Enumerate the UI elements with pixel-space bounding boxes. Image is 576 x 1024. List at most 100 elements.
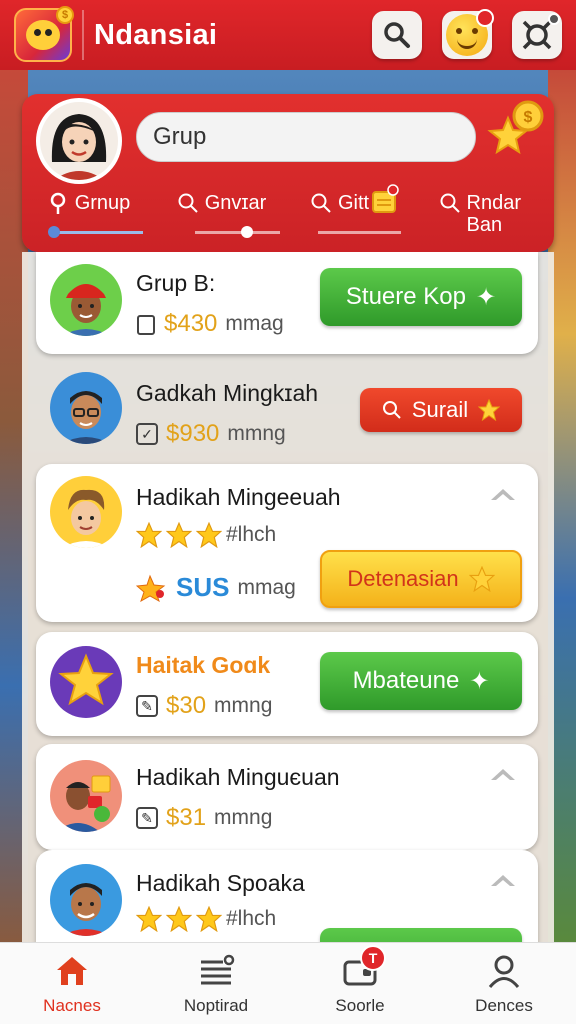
user-avatar[interactable] <box>36 98 122 184</box>
item-meta: ✎ $31 mmng <box>136 804 272 832</box>
nav-item-list[interactable]: Noptirad <box>144 943 288 1024</box>
filter-tabs: Grnup Gnvɪar Gitt Rndar Ban <box>22 184 554 248</box>
coin-icon: $ <box>56 6 74 24</box>
man-cap-avatar-icon <box>62 284 110 336</box>
star-icon <box>478 399 501 421</box>
list-item[interactable]: Haitak Goɑk ✎ $30 mmng Mbateune ✦ <box>36 632 538 736</box>
rating-text: #lhch <box>226 907 277 930</box>
sparkle-icon: ✦ <box>475 283 497 311</box>
search-button[interactable] <box>372 11 422 59</box>
list-item[interactable]: Grup B: $430 mmag Stuere Kop ✦ <box>36 252 538 354</box>
item-amount: SUS <box>176 572 230 602</box>
action-button[interactable]: Mbateune ✦ <box>320 652 522 710</box>
chevron-up-icon[interactable] <box>488 484 518 504</box>
edit-icon[interactable]: ✎ <box>136 695 158 717</box>
action-button[interactable]: Surail <box>360 388 522 432</box>
avatar <box>50 864 122 936</box>
rating: #lhch <box>136 906 276 932</box>
item-unit: mmng <box>227 422 286 445</box>
top-bar: $ Ndansiai <box>0 0 576 70</box>
filter-tab-gift[interactable]: Gitt <box>288 184 421 248</box>
star-icon <box>166 906 192 932</box>
chevron-up-icon[interactable] <box>488 764 518 784</box>
user-icon <box>488 955 520 988</box>
mascot-face-icon <box>26 20 60 50</box>
status-dot <box>548 13 560 25</box>
filter-label: Rndar Ban <box>466 192 521 236</box>
action-button-label: Surail <box>411 397 469 422</box>
action-button[interactable]: Stuere Kop ✦ <box>320 268 522 326</box>
filter-tab-rndar-ban[interactable]: Rndar Ban <box>421 192 554 248</box>
nav-item-home[interactable]: Nacnes <box>0 943 144 1024</box>
edit-icon[interactable]: ✎ <box>136 807 158 829</box>
filter-slider-knob[interactable] <box>48 226 60 238</box>
filter-label: Gnvɪar <box>204 192 267 214</box>
chevron-up-icon[interactable] <box>488 870 518 890</box>
avatar <box>50 372 122 444</box>
item-meta: ✓ $930 mmng <box>136 420 286 448</box>
list-item[interactable]: Gadkah Mingkɪah ✓ $930 mmng Surail <box>36 360 538 456</box>
list-item[interactable]: Hadikah Minguєuan ✎ $31 mmng <box>36 744 538 850</box>
man-glasses-avatar-icon <box>62 391 110 444</box>
rating: #lhch <box>136 522 276 548</box>
action-button-label: Stuere Kop <box>345 283 466 310</box>
search-value: Grup <box>153 123 207 150</box>
search-icon <box>382 401 401 419</box>
avatar <box>50 760 122 832</box>
bottom-nav: Nacnes Noptirad T Soorle Dences <box>0 942 576 1024</box>
profile-emoji-button[interactable] <box>442 9 494 59</box>
group-list[interactable]: Grup B: $430 mmag Stuere Kop ✦ Gadkah Mi… <box>22 252 554 942</box>
clipboard-icon <box>137 315 155 335</box>
settings-button[interactable] <box>512 11 562 59</box>
list-item[interactable]: Hadikah Mingeeuah #lhch SUS mmag Detenas… <box>36 464 538 622</box>
star-icon <box>468 566 495 592</box>
filter-tab-group[interactable]: Grnup <box>22 192 155 248</box>
checkbox-icon[interactable]: ✓ <box>136 423 158 445</box>
star-icon <box>136 522 162 548</box>
action-button[interactable] <box>320 928 522 942</box>
item-name: Haitak Goɑk <box>136 652 271 678</box>
pin-icon <box>50 192 65 214</box>
man-avatar-icon <box>62 883 110 936</box>
app-logo[interactable]: $ <box>14 6 74 62</box>
item-unit: mmng <box>214 806 273 829</box>
item-name: Hadikah Spoaka <box>136 870 305 896</box>
item-name: Hadikah Mingeeuah <box>136 484 341 510</box>
filter-label: Gitt <box>337 192 370 214</box>
rating-text: #lhch <box>226 523 277 546</box>
item-name: Gadkah Mingkɪah <box>136 380 319 406</box>
filter-tab-gnvar[interactable]: Gnvɪar <box>155 192 288 248</box>
search-icon <box>178 193 198 213</box>
filter-slider-track <box>195 231 280 234</box>
woman-avatar-icon <box>40 102 118 180</box>
avatar <box>50 264 122 336</box>
star-coin-icon[interactable]: $ <box>486 100 546 156</box>
item-unit: mmag <box>225 312 284 335</box>
nav-label: Noptirad <box>183 995 249 1015</box>
list-item[interactable]: Hadikah Spoaka #lhch <box>36 850 538 942</box>
search-icon <box>384 22 410 48</box>
filter-slider-knob[interactable] <box>241 226 253 238</box>
star-icon <box>166 522 192 548</box>
star-icon <box>136 906 162 932</box>
sparkle-icon: ✦ <box>469 667 490 695</box>
divider <box>82 10 84 60</box>
item-unit: mmng <box>214 694 273 717</box>
star-icon <box>196 906 222 932</box>
nav-label: Dences <box>475 995 533 1015</box>
man-gifts-avatar-icon <box>56 775 111 832</box>
action-button[interactable]: Detenasian <box>320 550 522 608</box>
nav-item-profile[interactable]: Dences <box>432 943 576 1024</box>
item-name: Grup B: <box>136 270 216 296</box>
nav-label: Nacnes <box>43 995 101 1015</box>
nav-item-messages[interactable]: T Soorle <box>288 943 432 1024</box>
item-amount: $31 <box>166 804 207 831</box>
item-amount: $30 <box>166 692 207 719</box>
nav-badge: T <box>360 945 386 971</box>
filter-label: Grnup <box>74 192 131 214</box>
item-meta: $430 mmag <box>136 310 284 338</box>
avatar <box>50 476 122 548</box>
item-amount: $430 <box>164 310 218 337</box>
search-input[interactable]: Grup <box>136 112 476 162</box>
man-avatar-icon <box>62 489 110 548</box>
